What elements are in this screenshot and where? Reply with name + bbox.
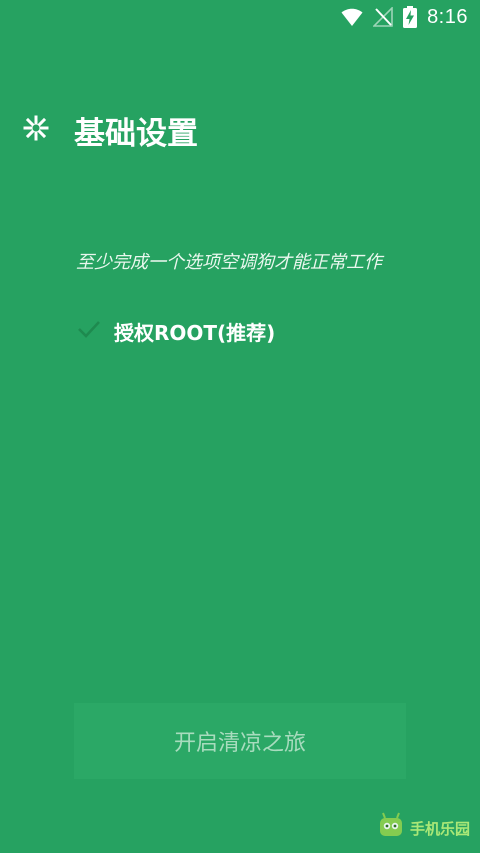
- watermark: 手机乐园: [376, 811, 470, 845]
- wifi-icon: [341, 7, 363, 27]
- battery-charging-icon: [403, 6, 418, 28]
- status-time: 8:16: [427, 5, 468, 28]
- check-icon: [76, 316, 114, 346]
- status-icons: 8:16: [341, 4, 468, 30]
- option-root[interactable]: 授权ROOT(推荐): [76, 314, 275, 348]
- setup-hint: 至少完成一个选项空调狗才能正常工作: [76, 252, 382, 273]
- robot-logo-icon: [376, 811, 410, 845]
- page-header: 基础设置: [22, 108, 198, 152]
- option-root-label: 授权ROOT(推荐): [114, 320, 276, 345]
- start-button[interactable]: 开启清凉之旅: [74, 703, 406, 779]
- snowflake-icon: [22, 114, 74, 146]
- status-bar: 8:16: [0, 0, 480, 34]
- page-title: 基础设置: [74, 115, 198, 152]
- no-signal-icon: [373, 7, 393, 27]
- watermark-text: 手机乐园: [409, 819, 470, 838]
